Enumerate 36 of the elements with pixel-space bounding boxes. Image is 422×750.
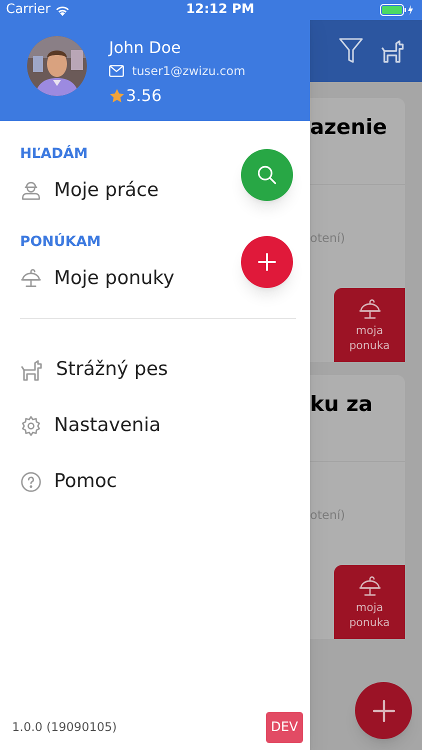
menu-item[interactable]: Moje práce bbox=[20, 176, 159, 204]
user-rating: 3.56 bbox=[126, 85, 162, 107]
section-heading: PONÚKAM bbox=[20, 232, 102, 250]
menu-item[interactable]: Moje ponuky bbox=[20, 264, 174, 292]
menu-item[interactable]: Nastavenia bbox=[20, 413, 290, 438]
search-icon bbox=[256, 164, 278, 186]
card-title: ku za bbox=[310, 392, 373, 416]
offer-button[interactable]: moja ponuka bbox=[334, 288, 405, 362]
dog-icon bbox=[20, 358, 44, 382]
star-icon bbox=[109, 88, 125, 104]
filter-icon[interactable] bbox=[338, 37, 364, 65]
clock: 12:12 PM bbox=[186, 1, 254, 20]
user-name: John Doe bbox=[109, 38, 182, 58]
battery-icon bbox=[380, 4, 416, 16]
desk-bell-icon bbox=[358, 297, 382, 321]
user-email: tuser1@zwizu.com bbox=[132, 63, 246, 80]
search-button[interactable] bbox=[241, 148, 293, 201]
section-heading: HĽADÁM bbox=[20, 145, 89, 163]
dog-icon[interactable] bbox=[380, 38, 406, 64]
envelope-icon bbox=[109, 65, 124, 77]
environment-badge: DEV bbox=[266, 712, 303, 743]
add-button[interactable] bbox=[241, 236, 293, 288]
desk-bell-icon bbox=[358, 574, 382, 598]
settings-icon bbox=[20, 414, 42, 436]
desk-bell-icon bbox=[20, 266, 42, 289]
carrier-label: Carrier bbox=[6, 1, 50, 20]
version-label: 1.0.0 (19090105) bbox=[12, 719, 117, 736]
plus-icon bbox=[372, 698, 396, 722]
plus-icon bbox=[257, 252, 277, 272]
wifi-icon bbox=[55, 4, 70, 16]
menu-item[interactable]: Strážný pes bbox=[20, 357, 290, 382]
menu-item[interactable]: Pomoc bbox=[20, 469, 290, 494]
worker-icon bbox=[20, 179, 42, 202]
help-icon bbox=[20, 470, 42, 492]
card-title: azenie bbox=[310, 115, 388, 139]
offer-button[interactable]: moja ponuka bbox=[334, 565, 405, 639]
